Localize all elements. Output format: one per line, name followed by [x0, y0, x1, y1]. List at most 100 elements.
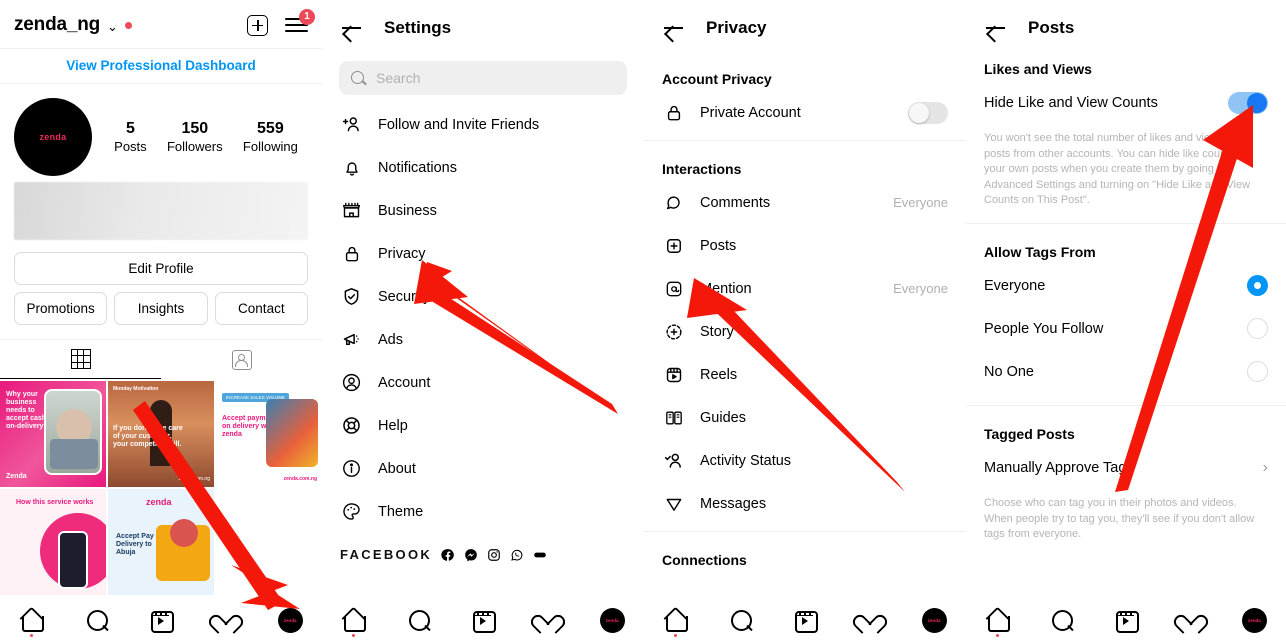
settings-item-theme[interactable]: Theme — [322, 490, 644, 533]
settings-item-ads[interactable]: Ads — [322, 318, 644, 361]
guides-icon — [662, 406, 685, 429]
promotions-button[interactable]: Promotions — [14, 292, 108, 325]
heart-icon[interactable] — [857, 607, 883, 633]
screen-profile: zenda_ng ⌄ 1 View Professional Dashboard… — [0, 0, 322, 643]
whatsapp-icon[interactable] — [510, 548, 524, 562]
settings-item-privacy[interactable]: Privacy — [322, 232, 644, 275]
home-icon[interactable] — [19, 607, 45, 637]
avatar[interactable]: zenda — [14, 98, 92, 176]
messenger-icon[interactable] — [464, 548, 478, 562]
reels-icon[interactable] — [148, 607, 175, 633]
profile-summary: zenda 5 Posts 150 Followers 559 Followin… — [0, 84, 322, 176]
settings-item-business[interactable]: Business — [322, 189, 644, 232]
section-connections: Connections — [662, 552, 747, 568]
home-icon[interactable] — [341, 607, 367, 637]
portal-icon[interactable] — [533, 548, 547, 562]
page-title: Privacy — [706, 18, 767, 37]
heart-icon[interactable] — [213, 607, 239, 633]
insights-button[interactable]: Insights — [114, 292, 208, 325]
post-thumbnail[interactable]: Why your business needs to accept cash-o… — [0, 381, 106, 487]
edit-profile-button[interactable]: Edit Profile — [14, 252, 308, 285]
tag-option-no-one[interactable]: No One — [966, 350, 1286, 393]
tag-option-people-you-follow[interactable]: People You Follow — [966, 307, 1286, 350]
privacy-item-activity-status[interactable]: Activity Status — [644, 439, 966, 482]
photo-grid: Why your business needs to accept cash-o… — [0, 381, 322, 595]
post-thumbnail[interactable]: How this service works — [0, 489, 106, 595]
view-professional-dashboard-link[interactable]: View Professional Dashboard — [66, 58, 256, 73]
tab-grid[interactable] — [0, 340, 161, 379]
multi-screen-collage: zenda_ng ⌄ 1 View Professional Dashboard… — [0, 0, 1286, 643]
private-account-toggle[interactable] — [908, 101, 948, 124]
header-actions: 1 — [247, 8, 315, 36]
search-icon[interactable] — [84, 607, 110, 633]
radio-no-one[interactable] — [1247, 361, 1268, 383]
reels-icon[interactable] — [792, 607, 819, 633]
settings-item-about[interactable]: About — [322, 447, 644, 490]
settings-item-account[interactable]: Account — [322, 361, 644, 404]
search-icon[interactable] — [728, 607, 754, 633]
privacy-item-comments[interactable]: Comments Everyone — [644, 181, 966, 224]
search-icon[interactable] — [1049, 607, 1075, 633]
stat-followers[interactable]: 150 Followers — [167, 120, 223, 154]
contact-button[interactable]: Contact — [214, 292, 308, 325]
settings-item-notifications[interactable]: Notifications — [322, 146, 644, 189]
search-input[interactable]: Search — [339, 61, 627, 95]
heart-icon[interactable] — [535, 607, 561, 633]
page-title: Settings — [384, 18, 452, 37]
post-thumbnail[interactable]: zenda Accept Pay on Delivery to Abuja — [108, 489, 214, 595]
profile-avatar[interactable]: zenda — [277, 607, 303, 633]
post-thumbnail-tag: zenda.com.ng — [283, 476, 317, 483]
reels-icon[interactable] — [1113, 607, 1140, 633]
search-icon[interactable] — [406, 607, 432, 633]
stat-posts[interactable]: 5 Posts — [114, 120, 147, 154]
home-icon[interactable] — [985, 607, 1011, 637]
settings-item-label: Privacy — [378, 245, 426, 262]
stat-value: 559 — [257, 120, 284, 137]
posts-item-manually-approve-tags[interactable]: Manually Approve Tags › — [966, 446, 1286, 489]
back-arrow-icon[interactable] — [662, 17, 684, 39]
facebook-icon[interactable] — [441, 548, 455, 562]
instagram-icon[interactable] — [487, 548, 501, 562]
radio-everyone[interactable] — [1247, 275, 1268, 297]
privacy-item-guides[interactable]: Guides — [644, 396, 966, 439]
reels-icon[interactable] — [470, 607, 497, 633]
settings-item-help[interactable]: Help — [322, 404, 644, 447]
tab-tagged[interactable] — [161, 340, 322, 379]
professional-dashboard-bar[interactable]: View Professional Dashboard — [0, 48, 322, 84]
profile-avatar[interactable]: zenda — [1241, 607, 1267, 633]
stat-value: 5 — [125, 120, 135, 137]
privacy-item-messages[interactable]: Messages — [644, 482, 966, 525]
chevron-down-icon: ⌄ — [107, 18, 118, 34]
new-post-icon[interactable] — [247, 14, 268, 36]
posts-item-hide-counts[interactable]: Hide Like and View Counts — [966, 81, 1286, 124]
posts-sheet: Posts Likes and Views Hide Like and View… — [966, 0, 1286, 643]
paper-plane-icon — [662, 492, 685, 515]
privacy-item-story[interactable]: Story — [644, 310, 966, 353]
settings-sheet: Settings Search Follow and Invite Friend… — [322, 0, 644, 643]
post-thumbnail[interactable] — [216, 489, 322, 595]
at-icon — [662, 277, 685, 300]
settings-item-follow-invite[interactable]: Follow and Invite Friends — [322, 103, 644, 146]
post-thumbnail-eyebrow: Monday Motivation — [113, 386, 159, 392]
post-thumbnail[interactable]: INCREASE SALES VOLUME Accept payment on … — [216, 381, 322, 487]
tag-option-everyone[interactable]: Everyone — [966, 264, 1286, 307]
menu-hamburger-icon[interactable]: 1 — [285, 8, 315, 34]
heart-icon[interactable] — [1178, 607, 1204, 633]
post-thumbnail[interactable]: Monday Motivation If you don't take care… — [108, 381, 214, 487]
username-dropdown[interactable]: zenda_ng ⌄ — [14, 14, 132, 36]
profile-avatar[interactable]: zenda — [599, 607, 625, 633]
home-icon[interactable] — [663, 607, 689, 637]
privacy-item-posts[interactable]: Posts — [644, 224, 966, 267]
hide-counts-toggle[interactable] — [1228, 91, 1268, 114]
radio-people-you-follow[interactable] — [1247, 318, 1268, 340]
stat-following[interactable]: 559 Following — [243, 120, 298, 154]
privacy-item-private-account[interactable]: Private Account — [644, 91, 966, 134]
privacy-item-reels[interactable]: Reels — [644, 353, 966, 396]
back-arrow-icon[interactable] — [984, 17, 1006, 39]
back-arrow-icon[interactable] — [340, 17, 362, 39]
profile-avatar[interactable]: zenda — [921, 607, 947, 633]
stat-label: Followers — [166, 139, 223, 154]
settings-item-security[interactable]: Security — [322, 275, 644, 318]
stat-label: Posts — [114, 139, 147, 154]
privacy-item-mention[interactable]: Mention Everyone — [644, 267, 966, 310]
